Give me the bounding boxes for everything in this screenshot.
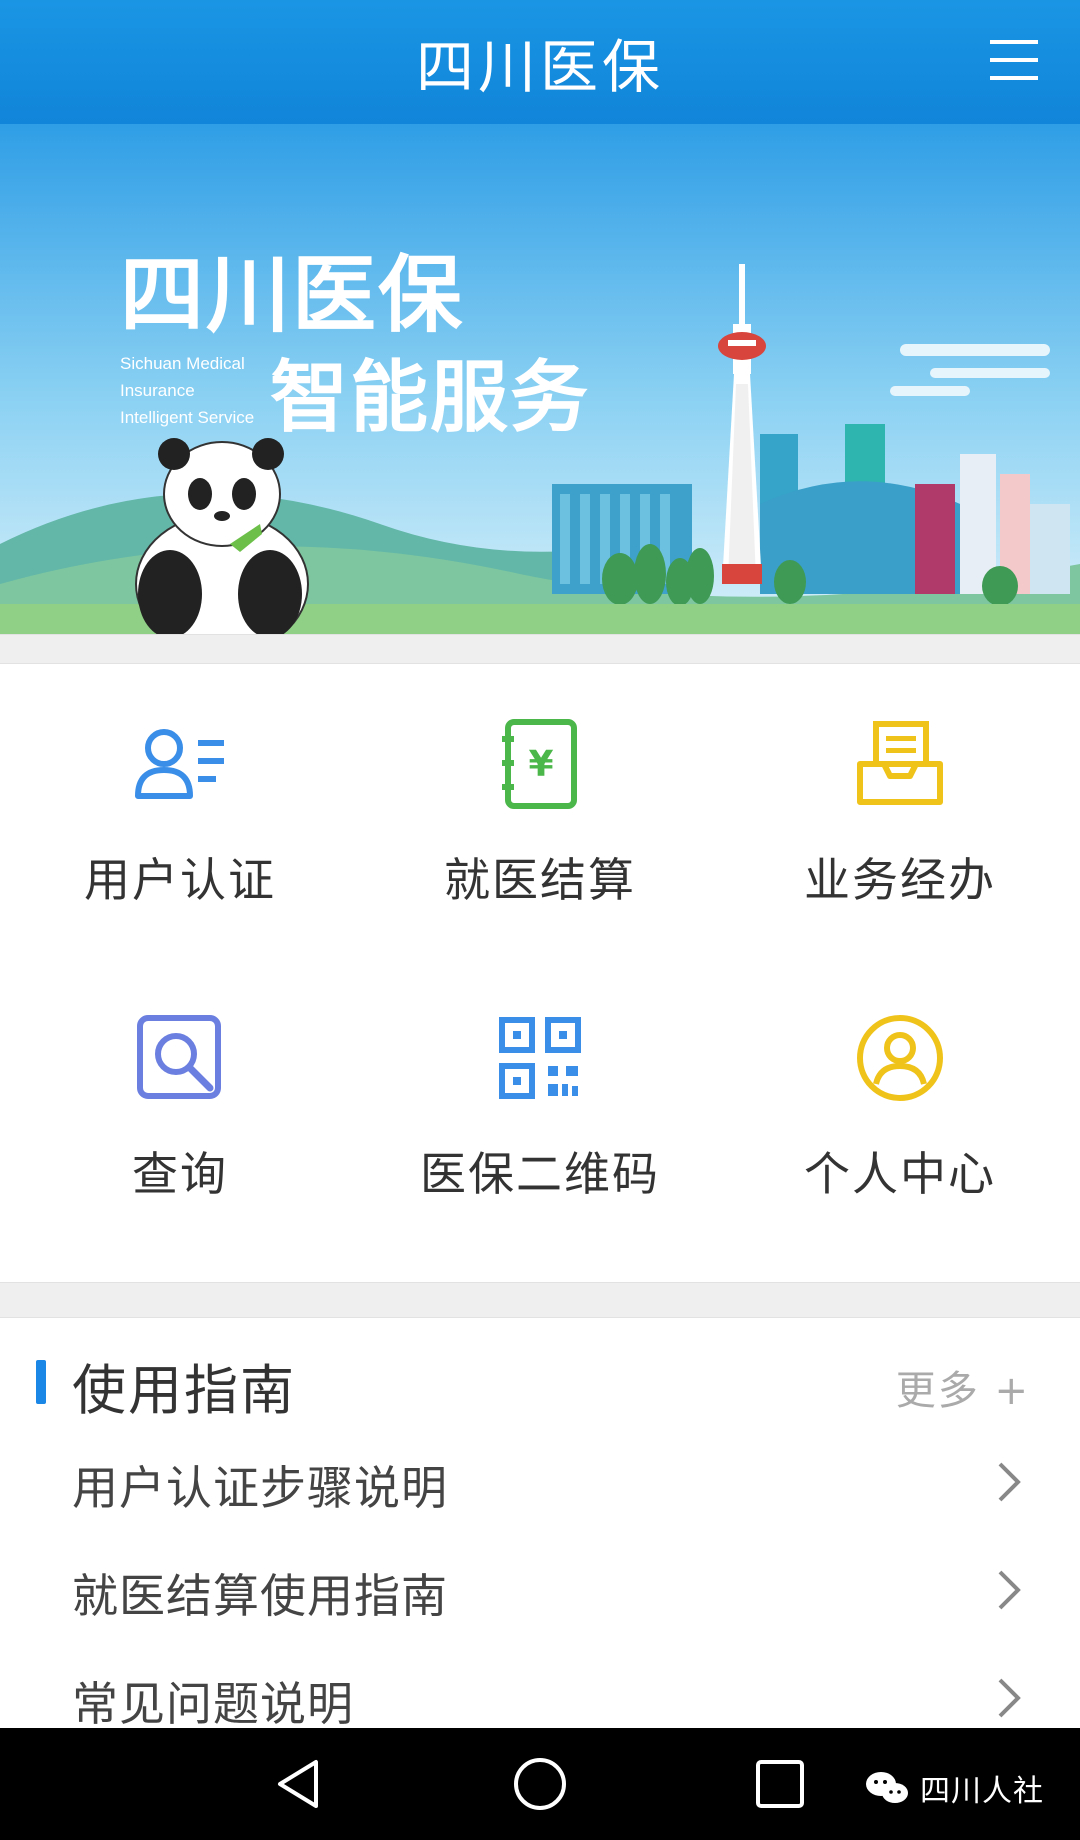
service-business-handling[interactable]: 业务经办 xyxy=(720,664,1080,964)
service-grid: 用户认证 ¥ 就医结算 业务经办 查询 医保二维码 个人中心 xyxy=(0,664,1080,1282)
service-label: 查询 xyxy=(132,1147,228,1201)
guide-item-label: 常见问题说明 xyxy=(72,1677,354,1731)
svg-text:¥: ¥ xyxy=(528,744,553,785)
guide-title: 使用指南 xyxy=(72,1359,296,1422)
service-label: 业务经办 xyxy=(804,853,996,907)
guide-header: 使用指南 更多 + xyxy=(0,1318,1080,1438)
guide-item[interactable]: 用户认证步骤说明 xyxy=(0,1428,1080,1536)
service-label: 医保二维码 xyxy=(420,1147,660,1201)
promo-banner[interactable]: 四川医保 智能服务 Sichuan Medical Insurance Inte… xyxy=(0,124,1080,634)
wechat-icon xyxy=(866,1772,908,1803)
back-triangle-icon[interactable] xyxy=(272,1756,328,1812)
guide-item-label: 就医结算使用指南 xyxy=(72,1569,448,1623)
search-query-icon xyxy=(130,1008,230,1108)
user-auth-icon xyxy=(130,714,230,814)
banner-subtitle: 智能服务 xyxy=(270,353,590,443)
banner-title: 四川医保 xyxy=(120,246,464,344)
banner-en-line3: Intelligent Service xyxy=(120,408,254,427)
chevron-right-icon xyxy=(994,1460,1024,1504)
personal-center-icon xyxy=(850,1008,950,1108)
service-label: 用户认证 xyxy=(84,853,276,907)
wechat-watermark: 四川人社 xyxy=(864,1766,1044,1810)
medical-settlement-icon: ¥ xyxy=(490,714,590,814)
watermark-text: 四川人社 xyxy=(920,1774,1044,1809)
app-header: 四川医保 xyxy=(0,0,1080,124)
banner-en-line2: Insurance xyxy=(120,381,195,400)
qr-code-icon xyxy=(490,1008,590,1108)
chevron-right-icon xyxy=(994,1568,1024,1612)
section-divider xyxy=(0,634,1080,664)
hamburger-menu-icon[interactable] xyxy=(984,30,1044,90)
guide-more-link[interactable]: 更多 + xyxy=(896,1358,1030,1416)
guide-accent-bar xyxy=(36,1360,46,1404)
service-qr-code[interactable]: 医保二维码 xyxy=(360,958,720,1258)
guide-item-label: 用户认证步骤说明 xyxy=(72,1461,448,1515)
chevron-right-icon xyxy=(994,1676,1024,1720)
service-user-auth[interactable]: 用户认证 xyxy=(0,664,360,964)
app-page: 四川医保 四川医保 智能服务 Sichuan Medical Insurance… xyxy=(0,0,1080,1840)
banner-en-line1: Sichuan Medical xyxy=(120,354,245,373)
recents-square-icon[interactable] xyxy=(752,1756,808,1812)
usage-guide-section: 使用指南 更多 + 用户认证步骤说明 就医结算使用指南 常见问题说明 xyxy=(0,1318,1080,1731)
service-label: 就医结算 xyxy=(444,853,636,907)
section-divider xyxy=(0,1282,1080,1318)
system-nav-bar: 四川人社 xyxy=(0,1728,1080,1840)
service-label: 个人中心 xyxy=(804,1147,996,1201)
service-query[interactable]: 查询 xyxy=(0,958,360,1258)
service-personal-center[interactable]: 个人中心 xyxy=(720,958,1080,1258)
home-circle-icon[interactable] xyxy=(512,1756,568,1812)
business-handling-icon xyxy=(850,714,950,814)
guide-item[interactable]: 就医结算使用指南 xyxy=(0,1536,1080,1644)
service-medical-settlement[interactable]: ¥ 就医结算 xyxy=(360,664,720,964)
page-title: 四川医保 xyxy=(415,33,664,101)
